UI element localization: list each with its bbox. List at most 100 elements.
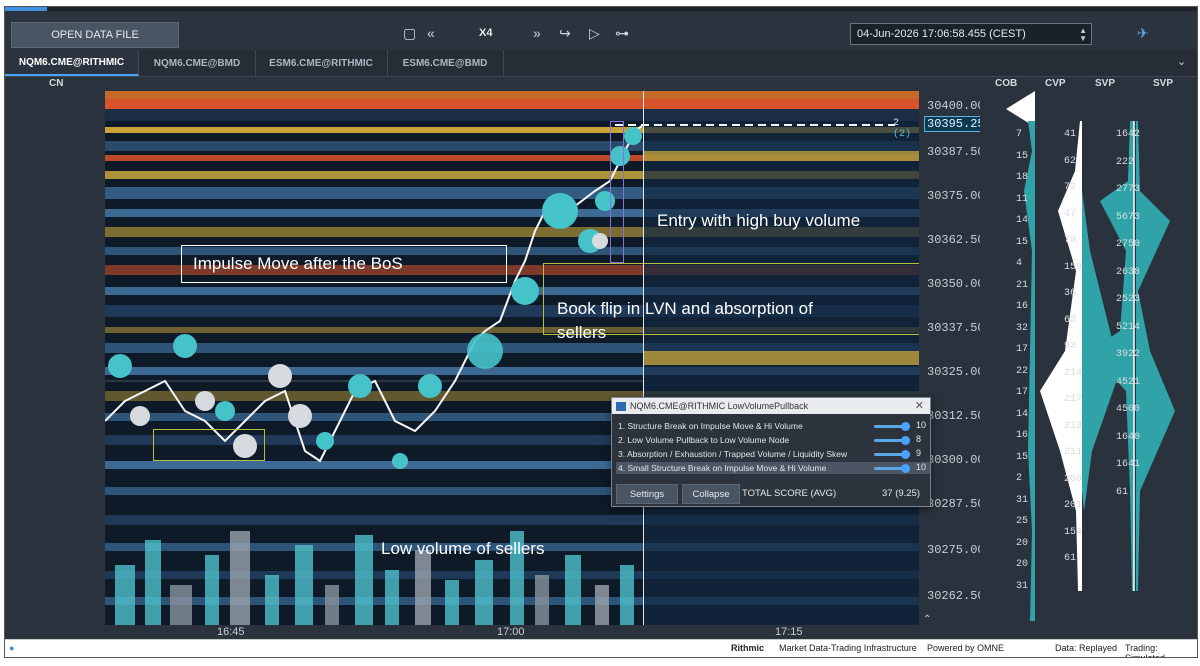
profile-number: 200 [1064,473,1083,485]
current-price-label: 30395.25 [924,116,988,132]
order-marker: 2 (2) [893,118,919,140]
powered-by-text: Powered by OMNE [927,643,1005,653]
time-label: 16:45 [217,626,245,638]
speed-label[interactable]: X4 [479,27,492,39]
status-bar: ● Rithmic Market Data-Trading Infrastruc… [5,639,1197,657]
profile-number: 14 [1016,408,1029,420]
book-flip-annotation-2: sellers [557,323,607,342]
data-state: Data: Replayed [1055,643,1118,653]
profile-number: 4521 [1116,376,1141,388]
collapse-button[interactable]: Collapse [682,484,740,504]
profile-number: 17 [1016,387,1029,398]
close-icon[interactable]: ✕ [915,399,924,412]
profile-number: 47 [1064,208,1077,220]
criterion-slider[interactable] [874,436,910,445]
rewind-icon[interactable]: « [427,26,435,40]
profile-number: 211 [1064,447,1083,458]
tab-nqm6-rithmic[interactable]: NQM6.CME@RITHMIC [5,50,139,76]
low-volume-annotation: Low volume of sellers [381,539,545,558]
profile-number: 25 [1016,516,1029,527]
chevron-down-icon[interactable]: ⌄ [1177,55,1186,69]
fast-forward-icon[interactable]: » [533,26,541,40]
criterion-slider[interactable] [874,422,910,431]
profile-number: 2 [1016,473,1023,484]
profile-number: 79 [1064,235,1077,246]
datetime-field[interactable]: 04-Jun-2026 17:06:58.455 (CEST) ▲ ▼ [850,23,1092,45]
profile-number: 72 [1064,182,1077,193]
profile-number: 16 [1016,301,1029,312]
profile-number: 16 [1016,430,1029,441]
current-time-line [643,91,644,625]
profile-number: 2523 [1116,294,1141,305]
total-score-number: 37 [882,488,893,499]
time-label: 17:15 [775,626,803,638]
criterion-row: 3. Absorption / Exhaustion / Trapped Vol… [616,448,930,460]
open-data-file-button[interactable]: OPEN DATA FILE [11,22,179,48]
slider-knob[interactable] [901,464,910,473]
profile-number: 15 [1016,150,1029,162]
app-icon [616,401,626,411]
settings-button[interactable]: Settings [616,484,678,504]
price-label: 30387.50 [927,145,985,159]
tab-esm6-rithmic[interactable]: ESM6.CME@RITHMIC [255,50,388,76]
profile-number: 31 [1016,580,1029,592]
tab-esm6-bmd[interactable]: ESM6.CME@BMD [387,50,504,76]
price-label: 30300.00 [927,453,985,467]
profile-number: 36 [1064,288,1077,299]
structure-break-box [610,121,624,263]
price-label: 30362.50 [927,233,985,247]
pin-icon[interactable]: ✈ [1137,26,1149,40]
slider-knob[interactable] [901,422,910,431]
profile-number: 21 [1016,279,1029,291]
infra-text: Market Data-Trading Infrastructure [779,643,917,653]
slider-knob[interactable] [901,450,910,459]
price-axis[interactable]: 30400.00 30395.25 30387.50 30375.00 3036… [919,91,988,627]
profile-number: 201 [1064,500,1083,511]
dialog-title: NQM6.CME@RITHMIC LowVolumePullback [630,401,809,411]
toolbar: OPEN DATA FILE ▢ « X4 » ↪ ▷ ⊶ 04-Jun-202… [5,13,1197,49]
price-label: 30375.00 [927,189,985,203]
profile-number: 31 [1016,494,1029,506]
criterion-value: 10 [916,462,927,472]
chevron-up-icon[interactable]: ⌃ [923,613,931,627]
price-label: 30275.00 [927,543,985,557]
playback-progress[interactable] [5,7,1197,11]
cn-header: CN [49,78,64,89]
profile-number: 222 [1116,156,1135,168]
profile-number: 17 [1016,344,1029,355]
price-label: 30337.50 [927,321,985,335]
profile-number: 7 [1016,129,1023,140]
datetime-value: 04-Jun-2026 17:06:58.455 (CEST) [857,28,1026,40]
tab-nqm6-bmd[interactable]: NQM6.CME@BMD [139,50,256,76]
entry-annotation: Entry with high buy volume [657,211,861,230]
total-score-average: (9.25) [895,488,921,499]
profile-number: 15 [1016,236,1029,248]
playback-progress-fill [5,7,47,11]
play-icon[interactable]: ▷ [589,26,600,40]
step-icon[interactable]: ↪ [559,26,571,40]
profile-number: 5673 [1116,211,1141,223]
profile-number: 1642 [1116,129,1141,140]
dialog-titlebar[interactable]: NQM6.CME@RITHMIC LowVolumePullback ✕ [612,398,930,414]
profile-number: 15 [1016,451,1029,463]
profile-number: 93 [1064,341,1077,352]
jump-to-icon[interactable]: ⊶ [615,26,629,40]
app-window: OPEN DATA FILE ▢ « X4 » ↪ ▷ ⊶ 04-Jun-202… [4,6,1198,658]
profile-number: 41 [1064,129,1077,140]
status-icon: ● [9,643,15,653]
profile-number: 61 [1064,553,1077,564]
impulse-annotation: Impulse Move after the BoS [193,254,403,273]
profile-number: 2750 [1116,239,1141,250]
slider-knob[interactable] [901,436,910,445]
spinner-icon[interactable]: ▲ ▼ [1079,27,1087,43]
order-marker-count: 2 [893,118,900,129]
heatmap-chart[interactable]: Entry with high buy volume Impulse Move … [105,91,919,625]
rithmic-brand: Rithmic [731,643,765,653]
stop-icon[interactable]: ▢ [403,26,416,40]
criterion-row: 2. Low Volume Pullback to Low Volume Nod… [616,434,930,446]
price-label: 30350.00 [927,277,985,291]
criterion-label: 4. Small Structure Break on Impulse Move… [618,463,827,473]
criterion-slider[interactable] [874,450,910,459]
criterion-slider[interactable] [874,464,910,473]
price-label: 30325.00 [927,365,985,379]
